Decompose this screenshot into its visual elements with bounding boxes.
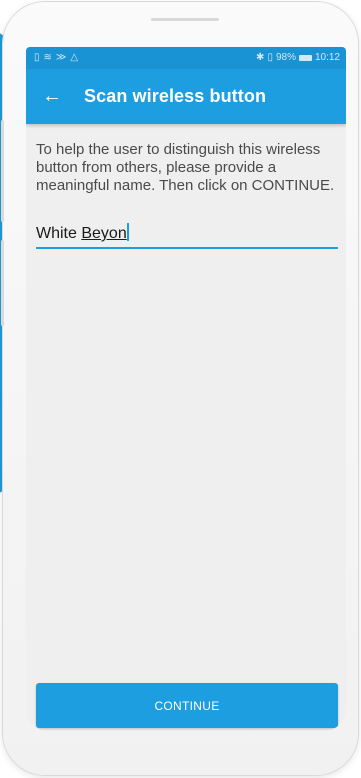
vibrate-icon: ▯ [267,52,273,63]
button-name-input[interactable]: White Beyon [36,223,338,249]
text-cursor [126,223,129,241]
phone-side-button [1,120,4,222]
page-title: Scan wireless button [84,86,267,106]
warning-icon: △ [70,52,79,63]
app-screen: ▯ ≋ ≫ △ ✱ ▯ 98% 10:12 ← Scan wireless bu… [26,47,346,731]
battery-icon [298,55,312,61]
wifi-icon: ≋ [43,52,52,63]
status-left-icons: ▯ ≋ ≫ △ [34,47,78,69]
sim-icon: ▯ [34,52,40,63]
phone-side-button-2 [1,240,4,326]
status-bar: ▯ ≋ ≫ △ ✱ ▯ 98% 10:12 [26,47,346,69]
battery-percent: 98% [275,52,296,63]
app-bar: ← Scan wireless button [26,69,346,124]
cast-icon: ≫ [55,52,67,63]
status-right-icons: ✱ ▯ 98% 10:12 [256,47,340,69]
input-composing-text: Beyon [81,225,127,242]
phone-speaker [151,18,219,21]
instructions-text: To help the user to distinguish this wir… [36,141,335,194]
continue-button[interactable]: CONTINUE [36,683,338,728]
clock: 10:12 [314,52,340,63]
content: To help the user to distinguish this wir… [26,124,346,249]
bluetooth-icon: ✱ [256,52,265,63]
input-prefix-text: White [36,225,82,242]
back-arrow-icon[interactable]: ← [34,79,70,115]
stage: ▯ ≋ ≫ △ ✱ ▯ 98% 10:12 ← Scan wireless bu… [0,0,361,778]
